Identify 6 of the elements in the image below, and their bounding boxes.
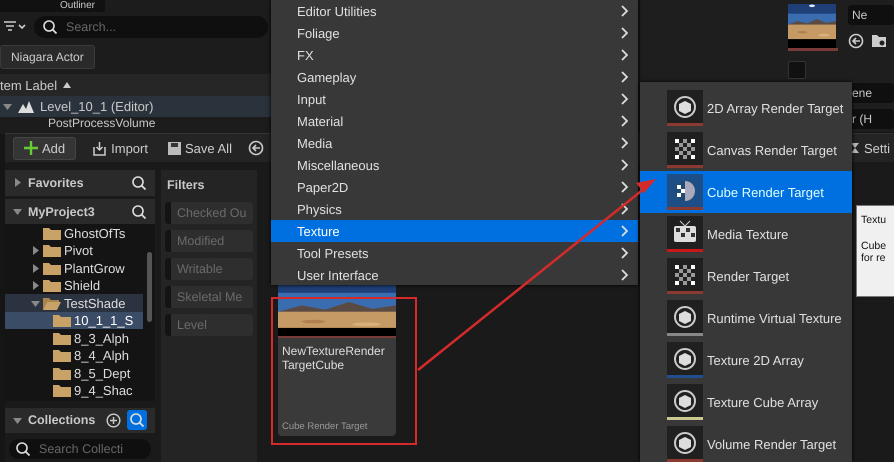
tooltip-title: Textu	[861, 214, 888, 226]
asset-name: NewTextureRender TargetCube	[278, 336, 396, 421]
filters-title: Filters	[166, 177, 206, 194]
asset-type: Cube Render Target	[281, 421, 368, 434]
panel-title: Outliner	[0, 0, 106, 12]
tooltip-text: Cube for re	[861, 240, 888, 264]
